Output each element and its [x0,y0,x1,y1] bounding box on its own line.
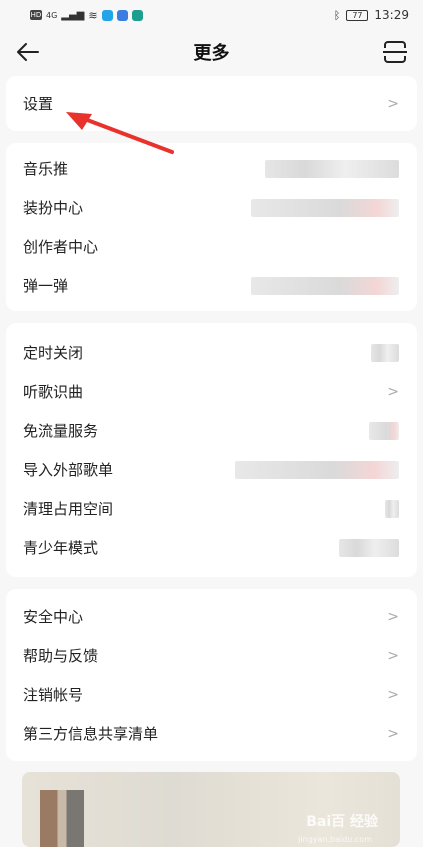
status-bar: HD 4G ▂▄▆ ≋ ᛒ 77 13:29 [0,0,423,30]
menu-item-song-recognition[interactable]: 听歌识曲 > [6,372,417,411]
menu-item-delete-account[interactable]: 注销帐号 > [6,675,417,714]
section-account: 安全中心 > 帮助与反馈 > 注销帐号 > 第三方信息共享清单 > [6,589,417,761]
menu-item-label: 设置 [23,95,54,113]
chevron-right-icon: > [387,95,399,112]
blurred-value [339,538,399,557]
bluetooth-icon: ᛒ [333,8,341,22]
menu-item-label: 导入外部歌单 [23,461,114,479]
menu-item-label: 注销帐号 [23,686,84,704]
blurred-value [369,421,399,440]
menu-item-sleep-timer[interactable]: 定时关闭 [6,333,417,372]
blurred-value [385,499,399,518]
menu-item-label: 青少年模式 [23,539,99,557]
chevron-right-icon: > [387,686,399,703]
menu-item-label: 装扮中心 [23,199,84,217]
promo-thumbnail [40,790,84,847]
status-left: HD 4G ▂▄▆ ≋ [30,9,143,22]
menu-item-import-playlist[interactable]: 导入外部歌单 [6,450,417,489]
scan-icon[interactable] [381,38,409,66]
menu-item-label: 第三方信息共享清单 [23,725,159,743]
menu-item-label: 安全中心 [23,608,84,626]
menu-item-third-party-list[interactable]: 第三方信息共享清单 > [6,714,417,753]
menu-item-teen-mode[interactable]: 青少年模式 [6,528,417,567]
status-right: ᛒ 77 13:29 [334,8,409,22]
blurred-value [371,343,399,362]
page-title: 更多 [193,43,230,64]
header: 更多 [0,30,423,74]
menu-item-label: 帮助与反馈 [23,647,99,665]
chevron-right-icon: > [387,647,399,664]
signal-icon: ▂▄▆ [61,9,85,21]
app-icon-3 [131,9,143,21]
app-icon-2 [116,9,128,21]
menu-item-label: 创作者中心 [23,238,99,256]
menu-item-creator-center[interactable]: 创作者中心 [6,227,417,266]
menu-item-help-feedback[interactable]: 帮助与反馈 > [6,636,417,675]
back-arrow-icon[interactable] [14,38,42,66]
menu-item-data-free[interactable]: 免流量服务 [6,411,417,450]
blurred-value [251,198,399,217]
chevron-right-icon: > [387,383,399,400]
menu-item-label: 清理占用空间 [23,500,114,518]
menu-item-label: 定时关闭 [23,344,84,362]
chevron-right-icon: > [387,725,399,742]
annotation-arrow-icon [66,112,174,154]
menu-content: 设置 > 音乐推 装扮中心 创作者中心 弹一弹 定时关闭 听歌识曲 > 免流量服… [6,76,417,773]
chevron-right-icon: > [387,608,399,625]
blurred-value [251,276,399,295]
menu-item-label: 免流量服务 [23,422,99,440]
wifi-icon: ≋ [88,8,98,22]
battery-icon: 77 [346,9,369,21]
menu-item-security-center[interactable]: 安全中心 > [6,597,417,636]
network-label: 4G [46,10,58,20]
section-features: 音乐推 装扮中心 创作者中心 弹一弹 [6,143,417,311]
section-tools: 定时关闭 听歌识曲 > 免流量服务 导入外部歌单 清理占用空间 青少年模式 [6,323,417,577]
status-time: 13:29 [374,8,409,22]
menu-item-label: 弹一弹 [23,277,69,295]
menu-item-clear-storage[interactable]: 清理占用空间 [6,489,417,528]
hd-badge: HD [30,10,42,20]
bottom-promo-card[interactable]: Bai百 经验 jingyan.baidu.com [22,772,400,847]
blurred-value [235,460,399,479]
watermark-sub: jingyan.baidu.com [298,835,372,844]
menu-item-tan-yi-tan[interactable]: 弹一弹 [6,266,417,305]
watermark-text: Bai百 经验 [306,814,378,830]
app-icon-1 [101,9,113,21]
menu-item-label: 音乐推 [23,160,69,178]
blurred-value [265,159,399,178]
menu-item-label: 听歌识曲 [23,383,84,401]
menu-item-theme-center[interactable]: 装扮中心 [6,188,417,227]
